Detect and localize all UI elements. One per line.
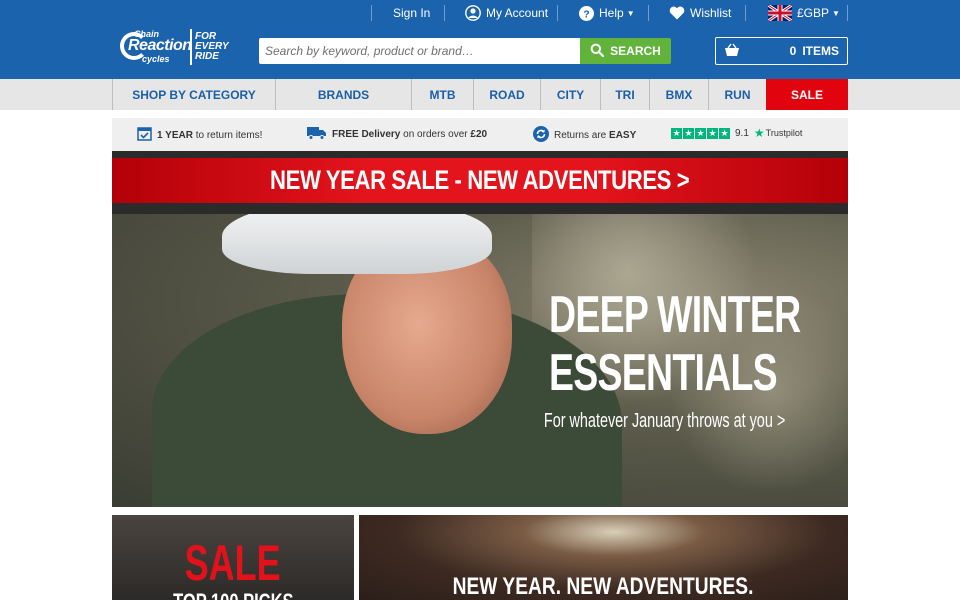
- nav-item-brands[interactable]: BRANDS: [275, 79, 411, 110]
- usp-returns[interactable]: 1 YEAR to return items!: [137, 126, 262, 144]
- help-label: Help: [599, 6, 624, 20]
- star-icon: ★: [695, 127, 706, 139]
- nav-item-label: BRANDS: [317, 87, 370, 102]
- svg-text:?: ?: [583, 9, 589, 20]
- user-icon: [465, 5, 481, 21]
- usp-easy-returns[interactable]: Returns are EASY: [533, 126, 636, 145]
- basket-icon: [724, 43, 740, 60]
- usp-bar: 1 YEAR to return items! FREE Delivery on…: [112, 118, 848, 151]
- nav-item-label: ROAD: [489, 87, 525, 102]
- usp-delivery[interactable]: FREE Delivery on orders over £20: [307, 126, 487, 143]
- usp-delivery-text: on orders over: [403, 129, 468, 140]
- trustpilot-star-icon: ★: [753, 126, 765, 140]
- utility-divider: [847, 5, 848, 21]
- nav-item-label: CITY: [556, 87, 585, 102]
- currency-dropdown[interactable]: £GBP ▼: [768, 0, 840, 26]
- trustpilot-brand: Trustpilot: [765, 128, 803, 138]
- trustpilot-rating[interactable]: ★ ★ ★ ★ ★ 9.1 ★ Trustpilot: [671, 126, 802, 140]
- basket-count: 0: [789, 44, 797, 58]
- star-icon: ★: [683, 127, 694, 139]
- hero-title-line1: DEEP WINTER: [549, 286, 801, 344]
- logo-text-cycles: cycles: [142, 54, 170, 64]
- search-bar: SEARCH: [259, 38, 671, 64]
- nav-item-road[interactable]: ROAD: [473, 79, 540, 110]
- sale-tile-title: SALE: [112, 537, 354, 589]
- usp-delivery-amount: £20: [470, 129, 488, 140]
- star-icon: ★: [719, 127, 730, 139]
- promo-banner-inner: NEW YEAR SALE - NEW ADVENTURES >: [112, 158, 848, 203]
- basket-label: ITEMS: [802, 44, 839, 58]
- heart-icon: [669, 6, 685, 20]
- uk-flag-icon: [768, 5, 792, 21]
- search-input[interactable]: [259, 38, 580, 64]
- nav-item-city[interactable]: CITY: [540, 79, 600, 110]
- currency-label: £GBP: [797, 6, 830, 20]
- nav-item-label: BMX: [665, 87, 693, 102]
- help-dropdown[interactable]: ? Help ▼: [579, 0, 635, 26]
- nav-item-bmx[interactable]: BMX: [649, 79, 708, 110]
- trustpilot-stars: ★ ★ ★ ★ ★: [671, 127, 730, 139]
- hero-banner[interactable]: DEEP WINTER ESSENTIALS For whatever Janu…: [112, 214, 848, 507]
- nav-item-label: SHOP BY CATEGORY: [132, 87, 256, 102]
- hero-title: DEEP WINTER ESSENTIALS: [507, 286, 807, 402]
- nav-item-sale[interactable]: SALE: [766, 79, 848, 110]
- calendar-icon: [137, 126, 152, 144]
- search-icon: [590, 43, 605, 60]
- nav-item-mtb[interactable]: MTB: [411, 79, 473, 110]
- sale-tile-title-text: SALE: [184, 535, 282, 591]
- sale-tile[interactable]: SALE TOP 100 PICKS: [112, 515, 354, 600]
- my-account-label: My Account: [486, 6, 549, 20]
- delivery-truck-icon: [307, 126, 327, 143]
- trustpilot-score: 9.1: [735, 127, 749, 139]
- basket-button[interactable]: 0 ITEMS: [715, 37, 848, 65]
- adventures-tile-title-text: NEW YEAR. NEW ADVENTURES.: [453, 573, 754, 600]
- refresh-icon: [533, 126, 549, 145]
- nav-item-shop-by-category[interactable]: SHOP BY CATEGORY: [112, 79, 275, 110]
- adventures-tile[interactable]: NEW YEAR. NEW ADVENTURES.: [359, 515, 848, 600]
- chevron-down-icon: ▼: [832, 8, 840, 18]
- logo-mark: Chain Reaction cycles: [120, 28, 192, 66]
- utility-divider: [444, 5, 445, 21]
- site-logo[interactable]: Chain Reaction cycles FOR EVERY RIDE: [120, 28, 229, 66]
- my-account-link[interactable]: My Account: [465, 0, 548, 26]
- usp-delivery-bold: FREE Delivery: [332, 129, 401, 140]
- nav-item-tri[interactable]: TRI: [600, 79, 649, 110]
- utility-divider: [371, 5, 372, 21]
- main-nav: SHOP BY CATEGORY BRANDS MTB ROAD CITY TR…: [0, 79, 960, 110]
- wishlist-link[interactable]: Wishlist: [669, 0, 731, 26]
- nav-item-label: SALE: [790, 87, 823, 102]
- sale-tile-subtitle-text: TOP 100 PICKS: [173, 589, 293, 600]
- usp-returns-bold: 1 YEAR: [157, 129, 193, 141]
- sign-in-link[interactable]: Sign In: [393, 0, 430, 26]
- hero-subtitle[interactable]: For whatever January throws at you >: [497, 410, 817, 433]
- promo-banner-text: NEW YEAR SALE - NEW ADVENTURES >: [270, 165, 690, 195]
- utility-divider: [648, 5, 649, 21]
- star-icon: ★: [707, 127, 718, 139]
- wishlist-label: Wishlist: [690, 6, 732, 20]
- usp-easy-bold: EASY: [609, 130, 637, 141]
- utility-divider: [745, 5, 746, 21]
- usp-easy-text: Returns are: [554, 130, 607, 141]
- search-button[interactable]: SEARCH: [580, 38, 671, 64]
- sign-in-label: Sign In: [393, 6, 431, 20]
- nav-item-label: RUN: [724, 87, 751, 102]
- logo-tagline: FOR EVERY RIDE: [195, 31, 229, 62]
- help-icon: ?: [579, 5, 594, 21]
- site-header: Sign In My Account ? Help ▼ Wishlist £GB…: [0, 0, 960, 79]
- sale-tile-subtitle: TOP 100 PICKS: [112, 589, 354, 600]
- utility-divider: [557, 5, 558, 21]
- nav-item-label: MTB: [429, 87, 456, 102]
- chevron-down-icon: ▼: [626, 8, 635, 18]
- hero-subtitle-text: For whatever January throws at you >: [543, 410, 786, 432]
- nav-item-run[interactable]: RUN: [708, 79, 766, 110]
- adventures-tile-title: NEW YEAR. NEW ADVENTURES.: [359, 573, 848, 600]
- usp-returns-text: to return items!: [195, 129, 263, 141]
- promo-banner[interactable]: NEW YEAR SALE - NEW ADVENTURES >: [112, 151, 848, 214]
- search-button-label: SEARCH: [610, 44, 661, 58]
- star-icon: ★: [671, 127, 682, 139]
- nav-item-label: TRI: [615, 87, 635, 102]
- logo-text-reaction: Reaction: [128, 37, 192, 54]
- hero-title-line2: ESSENTIALS: [549, 344, 778, 402]
- hero-rider-helmet: [222, 214, 492, 274]
